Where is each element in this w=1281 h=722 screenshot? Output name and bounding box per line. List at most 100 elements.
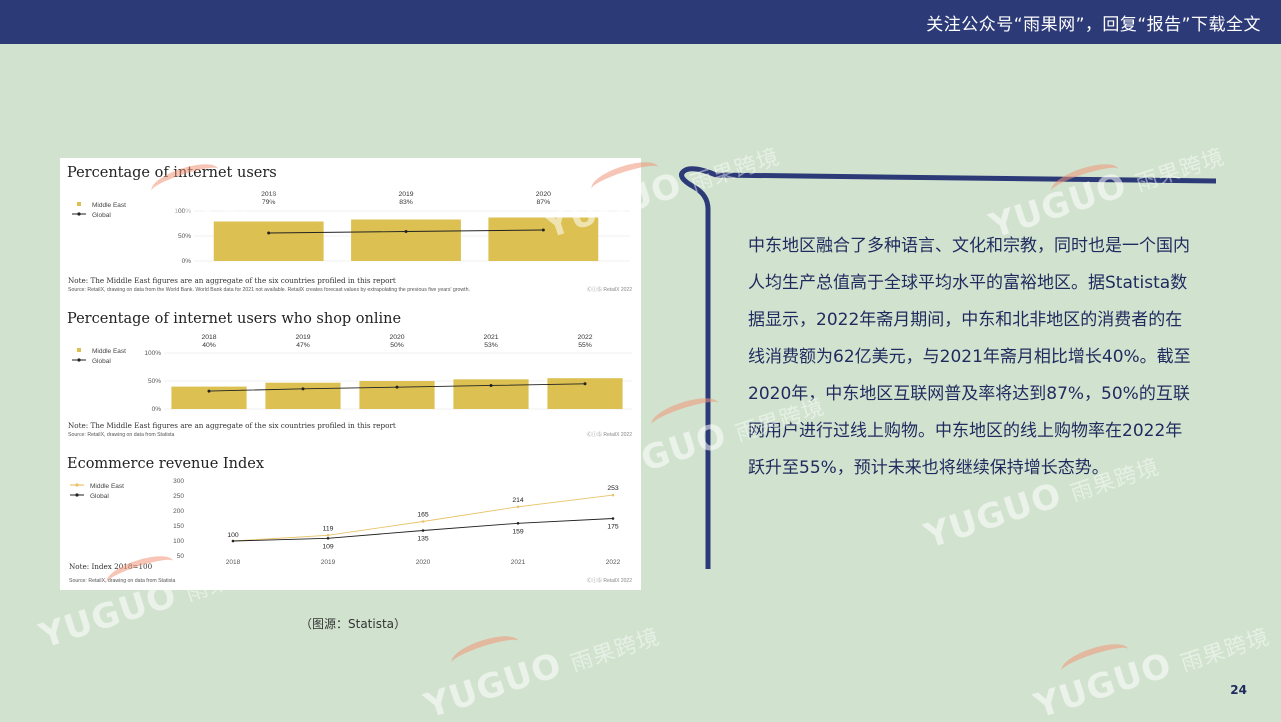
legend-marker-global bbox=[77, 212, 81, 216]
point-global bbox=[421, 529, 425, 532]
y-tick-label: 300 bbox=[173, 478, 184, 485]
chart-source: Source: RetailX, drawing on data from St… bbox=[69, 578, 176, 584]
data-label-global: 175 bbox=[607, 524, 619, 531]
legend-label: Global bbox=[92, 212, 111, 219]
x-tick-label: 2021 bbox=[511, 559, 526, 566]
legend-label: Middle East bbox=[92, 202, 126, 209]
chart-note: Note: The Middle East figures are an agg… bbox=[68, 421, 396, 430]
y-tick-label: 100% bbox=[144, 350, 161, 357]
legend-label: Middle East bbox=[90, 483, 124, 490]
point-global bbox=[611, 517, 615, 520]
category-label: 2021 bbox=[483, 334, 498, 341]
data-label-middle-east: 165 bbox=[417, 512, 429, 519]
point-global bbox=[231, 539, 235, 543]
data-label-global: 109 bbox=[322, 543, 334, 550]
watermark: YUGUO雨果跨境 bbox=[1029, 624, 1273, 722]
legend-swatch-middle-east bbox=[77, 348, 81, 352]
chart-source: Source: RetailX, drawing on data from th… bbox=[68, 287, 470, 293]
data-label-middle-east: 100 bbox=[227, 532, 239, 539]
category-label: 2020 bbox=[536, 191, 551, 198]
category-label: 2019 bbox=[398, 191, 413, 198]
point-global bbox=[207, 389, 211, 393]
bar-middle-east bbox=[488, 217, 599, 261]
value-label: 40% bbox=[202, 342, 216, 349]
bar-middle-east bbox=[351, 219, 461, 261]
category-label: 2022 bbox=[577, 334, 592, 341]
chart-panel: Percentage of internet users Middle East G… bbox=[60, 158, 641, 590]
y-tick-label: 100 bbox=[173, 538, 184, 545]
category-label: 2020 bbox=[389, 334, 404, 341]
value-label: 87% bbox=[537, 199, 551, 206]
chart-note: Note: The Middle East figures are an agg… bbox=[68, 276, 396, 285]
x-tick-label: 2022 bbox=[606, 559, 621, 566]
y-tick-label: 50% bbox=[178, 233, 191, 240]
point-global bbox=[489, 383, 493, 387]
y-tick-label: 250 bbox=[173, 493, 184, 500]
x-tick-label: 2018 bbox=[226, 559, 241, 566]
y-tick-label: 50 bbox=[177, 553, 185, 560]
page-number: 24 bbox=[1230, 683, 1247, 697]
x-tick-label: 2019 bbox=[321, 559, 336, 566]
point-global bbox=[267, 231, 271, 235]
chart-title: Percentage of internet users bbox=[67, 165, 277, 181]
chart-credit: ⒸⓘⓈ RetailX 2022 bbox=[587, 286, 632, 293]
watermark-arc bbox=[1058, 637, 1132, 683]
point-global bbox=[301, 387, 305, 391]
chart-title: Percentage of internet users who shop on… bbox=[67, 311, 401, 327]
y-tick-label: 100% bbox=[174, 208, 191, 215]
legend-marker-middle-east bbox=[75, 483, 79, 487]
category-label: 2018 bbox=[201, 334, 216, 341]
image-caption: （图源：Statista） bbox=[300, 617, 407, 631]
chart-credit: ⒸⓘⓈ RetailX 2022 bbox=[587, 577, 632, 584]
data-label-middle-east: 119 bbox=[323, 525, 334, 532]
point-middle-east bbox=[516, 505, 520, 509]
value-label: 55% bbox=[578, 342, 592, 349]
legend-swatch-middle-east bbox=[77, 202, 81, 206]
value-label: 83% bbox=[399, 199, 413, 206]
point-global bbox=[516, 522, 520, 525]
point-middle-east bbox=[326, 534, 330, 537]
point-global bbox=[395, 385, 399, 389]
charts-svg: Percentage of internet users Middle East G… bbox=[67, 165, 632, 584]
data-label-global: 135 bbox=[417, 536, 429, 543]
data-label-middle-east: 214 bbox=[512, 497, 524, 504]
category-label: 2018 bbox=[261, 191, 276, 198]
header-bar: 关注公众号“雨果网”，回复“报告”下载全文 bbox=[0, 0, 1281, 44]
x-tick-label: 2020 bbox=[416, 559, 431, 566]
y-tick-label: 0% bbox=[152, 406, 162, 413]
value-label: 79% bbox=[262, 199, 276, 206]
y-tick-label: 50% bbox=[148, 378, 161, 385]
y-tick-label: 150 bbox=[173, 523, 184, 530]
chart-title: Ecommerce revenue Index bbox=[67, 456, 264, 472]
data-label-middle-east: 253 bbox=[607, 485, 619, 492]
chart-source: Source: RetailX, drawing on data from St… bbox=[68, 432, 175, 438]
point-global bbox=[326, 537, 330, 540]
legend-marker-global bbox=[77, 358, 81, 362]
y-tick-label: 200 bbox=[173, 508, 184, 515]
legend-label: Global bbox=[92, 358, 111, 365]
header-text: 关注公众号“雨果网”，回复“报告”下载全文 bbox=[926, 15, 1261, 35]
point-global bbox=[541, 228, 545, 232]
chart-credit: ⒸⓘⓈ RetailX 2022 bbox=[587, 431, 632, 438]
bar-middle-east bbox=[213, 221, 324, 261]
watermark-arc bbox=[448, 629, 522, 675]
legend-label: Global bbox=[90, 493, 109, 500]
data-label-global: 159 bbox=[512, 528, 524, 535]
point-middle-east bbox=[421, 520, 425, 523]
value-label: 53% bbox=[484, 342, 498, 349]
bar-middle-east bbox=[359, 381, 435, 409]
y-tick-label: 0% bbox=[182, 258, 192, 265]
body-paragraph: 中东地区融合了多种语言、文化和宗教，同时也是一个国内人均生产总值高于全球平均水平… bbox=[748, 236, 1191, 478]
value-label: 50% bbox=[390, 342, 404, 349]
point-global bbox=[583, 382, 587, 386]
watermark: YUGUO雨果跨境 bbox=[419, 624, 663, 722]
bar-middle-east bbox=[453, 379, 529, 409]
point-middle-east bbox=[611, 493, 615, 497]
point-global bbox=[404, 230, 408, 233]
value-label: 47% bbox=[296, 342, 310, 349]
legend-marker-global bbox=[75, 493, 79, 497]
category-label: 2019 bbox=[295, 334, 310, 341]
legend-label: Middle East bbox=[92, 348, 126, 355]
chart-note: Note: Index 2018=100 bbox=[69, 562, 153, 571]
bar-middle-east bbox=[265, 382, 341, 409]
